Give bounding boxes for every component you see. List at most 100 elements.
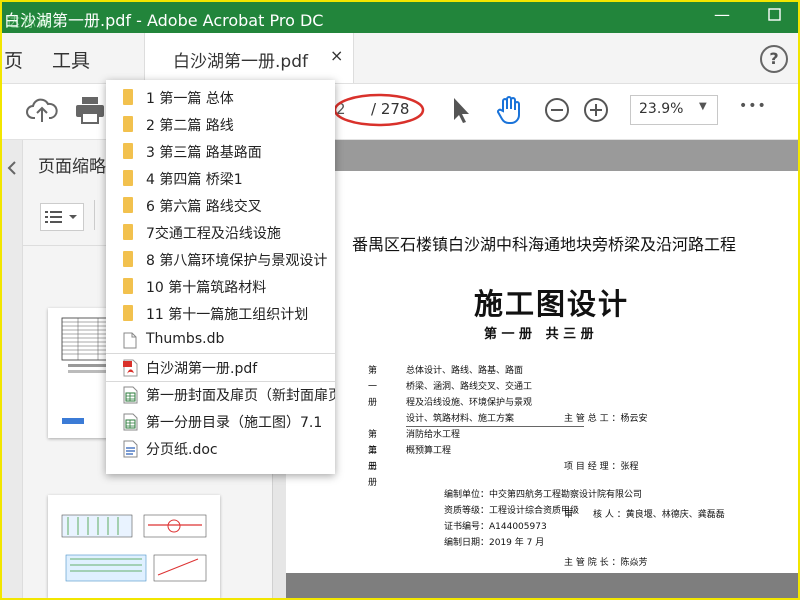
- watermark: 达标网: [6, 15, 54, 31]
- menu-tools[interactable]: 工具: [52, 46, 90, 73]
- list-item[interactable]: 7交通工程及沿线设施: [106, 219, 335, 246]
- upload-cloud-icon[interactable]: [26, 94, 58, 126]
- staff-name: 陈焱芳: [620, 558, 648, 568]
- file-dropdown: 1 第一篇 总体 2 第二篇 路线 3 第三篇 路基路面 4 第四篇 桥梁1 6…: [106, 80, 335, 474]
- pdf-icon: [123, 359, 138, 377]
- more-options-icon[interactable]: •••: [739, 98, 767, 114]
- list-item-label: 8 第八篇环境保护与景观设计: [146, 253, 328, 269]
- volume-label: 第 一 册 共 三 册: [484, 327, 594, 342]
- menu-bar: 页 工具 白沙湖第一册.pdf × ?: [2, 33, 798, 84]
- org-line: 资质等级：工程设计综合资质甲级: [444, 506, 580, 516]
- list-item[interactable]: 第一分册目录（施工图）7.1: [106, 408, 335, 435]
- zoom-select[interactable]: 23.9% ▼: [630, 95, 718, 125]
- list-options-icon: [45, 211, 77, 223]
- list-item-label: 7交通工程及沿线设施: [146, 226, 281, 242]
- toc-line: 消防给水工程: [406, 430, 461, 440]
- org-line: 证书编号：A144005973: [444, 522, 547, 532]
- list-item-label: 10 第十篇筑路材料: [146, 280, 267, 296]
- thumbnail-options-button[interactable]: [40, 203, 84, 231]
- document-tab[interactable]: 白沙湖第一册.pdf ×: [144, 33, 354, 83]
- hand-tool-icon[interactable]: [494, 94, 526, 126]
- highlight-ellipse: [333, 93, 425, 127]
- toc-line: 总体设计、路线、路基、路面: [406, 366, 524, 376]
- folder-icon: [123, 278, 133, 294]
- document-view: 番禺区石楼镇白沙湖中科海通地块旁桥梁及沿河路工程 施工图设计 第 一 册 共 三…: [286, 140, 798, 598]
- folder-icon: [123, 170, 133, 186]
- list-item[interactable]: 8 第八篇环境保护与景观设计: [106, 246, 335, 273]
- list-item[interactable]: 1 第一篇 总体: [106, 84, 335, 111]
- list-item[interactable]: 2 第二篇 路线: [106, 111, 335, 138]
- list-item[interactable]: 11 第十一篇施工组织计划: [106, 300, 335, 327]
- toc-line: 概预算工程: [406, 446, 452, 456]
- list-item[interactable]: 第一册封面及扉页（新封面扉页）: [106, 381, 335, 408]
- list-item-label: 4 第四篇 桥梁1: [146, 172, 243, 188]
- doc-heading: 施工图设计: [474, 287, 630, 321]
- list-item-selected[interactable]: 白沙湖第一册.pdf: [106, 353, 335, 382]
- minimize-icon[interactable]: —: [714, 5, 730, 24]
- folder-icon: [123, 251, 133, 267]
- list-item-label: 第一分册目录（施工图）7.1: [146, 415, 323, 431]
- page-thumbnail-2[interactable]: [48, 495, 220, 598]
- list-item[interactable]: 分页纸.doc: [106, 435, 335, 462]
- staff-role: 主 管 总 工 ：: [564, 414, 621, 424]
- pdf-page: 番禺区石楼镇白沙湖中科海通地块旁桥梁及沿河路工程 施工图设计 第 一 册 共 三…: [286, 171, 798, 573]
- file-icon: [123, 332, 137, 349]
- tab-title: 白沙湖第一册.pdf: [173, 52, 308, 72]
- list-item-label: 11 第十一篇施工组织计划: [146, 307, 309, 323]
- word-icon: [123, 440, 138, 458]
- app-window: 白沙湖第一册.pdf - Adobe Acrobat Pro DC 达标网 — …: [0, 0, 800, 600]
- select-cursor-icon[interactable]: [450, 96, 472, 124]
- staff-name: 张程: [620, 462, 639, 472]
- toc-line: 程及沿线设施、环境保护与景观: [406, 398, 533, 408]
- folder-icon: [123, 116, 133, 132]
- zoom-in-icon[interactable]: [582, 96, 610, 124]
- project-title: 番禺区石楼镇白沙湖中科海通地块旁桥梁及沿河路工程: [352, 235, 737, 254]
- toc-line: 设计、筑路材料、施工方案: [406, 414, 515, 424]
- list-item-label: 白沙湖第一册.pdf: [146, 361, 258, 377]
- chevron-down-icon: ▼: [699, 101, 707, 112]
- staff-row: 主 管 总 工 ：杨云安: [564, 411, 725, 427]
- print-icon[interactable]: [74, 95, 106, 125]
- chevron-left-icon[interactable]: [7, 160, 17, 176]
- page-thumbnail-preview: [61, 514, 207, 582]
- folder-icon: [123, 143, 133, 159]
- maximize-icon[interactable]: [768, 6, 781, 25]
- org-line: 编制单位：中交第四航务工程勘察设计院有限公司: [444, 490, 643, 500]
- zoom-value: 23.9%: [639, 101, 684, 117]
- folder-icon: [123, 89, 133, 105]
- staff-row: 主 管 院 长 ：陈焱芳: [564, 555, 725, 571]
- staff-name: 杨云安: [620, 414, 648, 424]
- folder-icon: [123, 224, 133, 240]
- excel-icon: [123, 386, 138, 404]
- org-line: 编制日期：2019 年 7 月: [444, 538, 545, 548]
- folder-icon: [123, 305, 133, 321]
- title-bar: 白沙湖第一册.pdf - Adobe Acrobat Pro DC 达标网 —: [2, 2, 798, 33]
- help-icon[interactable]: ?: [760, 45, 788, 73]
- list-item-label: 分页纸.doc: [146, 442, 218, 458]
- staff-row: 项 目 经 理 ：张程: [564, 459, 725, 475]
- list-item-label: 第一册封面及扉页（新封面扉页）: [146, 388, 335, 404]
- list-item-label: 1 第一篇 总体: [146, 91, 234, 107]
- staff-role: 项 目 经 理 ：: [564, 462, 621, 472]
- list-item[interactable]: Thumbs.db: [106, 327, 335, 354]
- zoom-out-icon[interactable]: [543, 96, 571, 124]
- list-item-label: 2 第二篇 路线: [146, 118, 234, 134]
- list-item[interactable]: 6 第六篇 路线交叉: [106, 192, 335, 219]
- excel-icon: [123, 413, 138, 431]
- list-item[interactable]: 3 第三篇 路基路面: [106, 138, 335, 165]
- list-item-label: 6 第六篇 路线交叉: [146, 199, 262, 215]
- divider: [94, 200, 95, 230]
- list-item-label: Thumbs.db: [146, 331, 225, 347]
- menu-home[interactable]: 页: [4, 46, 23, 73]
- org-block: 编制单位：中交第四航务工程勘察设计院有限公司 资质等级：工程设计综合资质甲级 证…: [444, 487, 642, 551]
- folder-icon: [123, 197, 133, 213]
- list-item[interactable]: 4 第四篇 桥梁1: [106, 165, 335, 192]
- list-item[interactable]: 10 第十篇筑路材料: [106, 273, 335, 300]
- close-tab-icon[interactable]: ×: [330, 46, 343, 65]
- list-item-label: 3 第三篇 路基路面: [146, 145, 262, 161]
- toc-volume-label: 第三册: [368, 446, 378, 488]
- staff-role: 主 管 院 长 ：: [564, 558, 621, 568]
- next-page-edge: [286, 573, 798, 598]
- toc-line: 桥梁、涵洞、路线交叉、交通工: [406, 382, 533, 392]
- side-strip: [2, 140, 23, 598]
